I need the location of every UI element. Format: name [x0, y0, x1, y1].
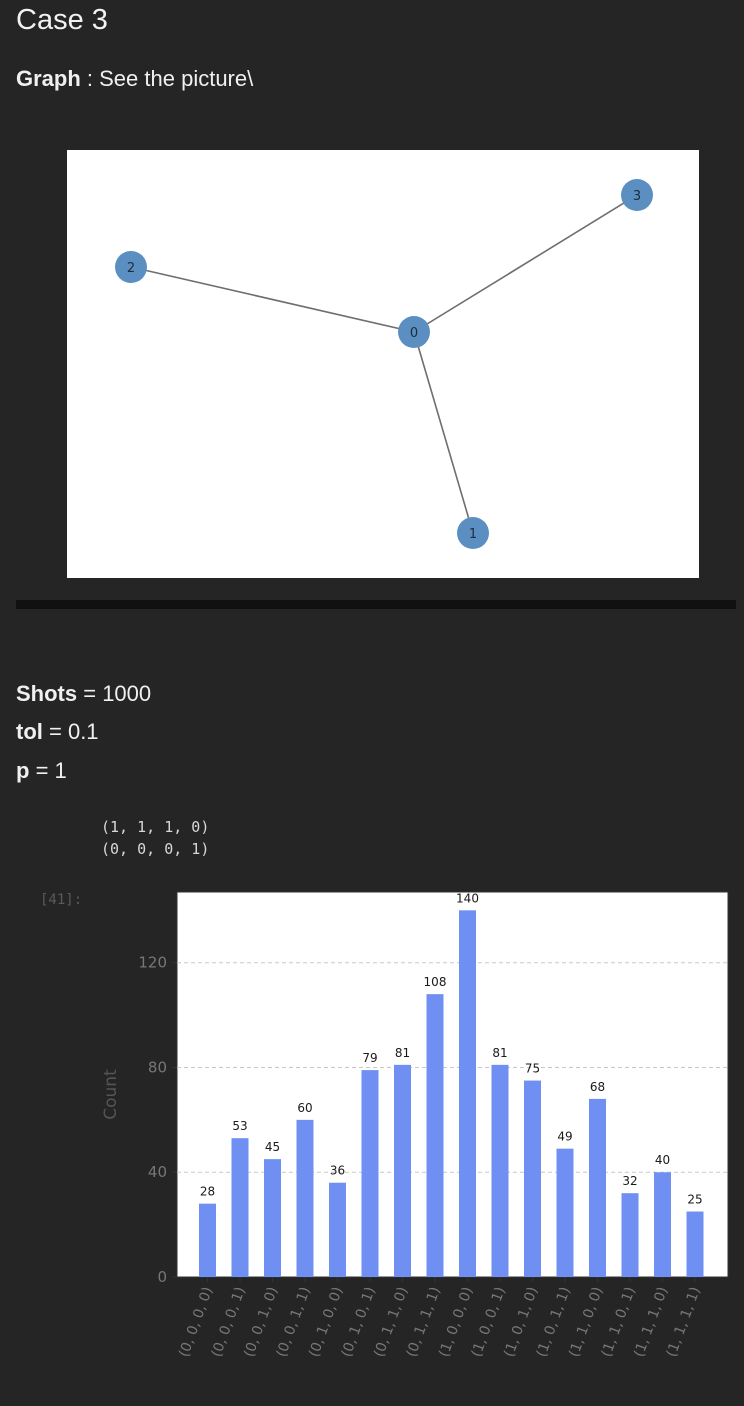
- graph-svg: 0 1 2 3: [115, 179, 653, 549]
- param-label: p: [16, 758, 30, 783]
- node-label: 1: [469, 527, 477, 542]
- bar-value-label: 53: [232, 1119, 247, 1133]
- bar: [459, 910, 476, 1277]
- bar: [296, 1119, 314, 1277]
- param-label: tol: [16, 719, 43, 744]
- param-tol: tol = 0.1: [16, 719, 99, 745]
- histogram-svg: 04080120Count28(0, 0, 0, 0)53(0, 0, 0, 1…: [101, 891, 729, 1359]
- edge-0-1: [413, 331, 474, 534]
- y-tick-label: 80: [148, 1058, 167, 1076]
- y-tick-label: 120: [138, 954, 167, 972]
- bar-value-label: 40: [655, 1153, 670, 1167]
- bar-value-label: 108: [424, 975, 447, 989]
- node-label: 2: [127, 261, 135, 276]
- bar-value-label: 81: [492, 1046, 507, 1060]
- bar-value-label: 36: [330, 1164, 345, 1178]
- edge-0-3: [413, 194, 638, 333]
- graph-picture: 0 1 2 3: [67, 150, 699, 578]
- bar: [686, 1211, 704, 1277]
- bar-value-label: 75: [525, 1062, 540, 1076]
- y-axis-label: Count: [101, 1069, 121, 1120]
- node-label: 3: [633, 189, 641, 204]
- bar: [589, 1098, 606, 1277]
- bar: [426, 994, 444, 1277]
- cell-heading: Case 3: [16, 4, 108, 36]
- bar-value-label: 79: [362, 1051, 377, 1065]
- param-value: = 0.1: [42, 719, 99, 744]
- edge-0-2: [130, 266, 415, 333]
- histogram-chart: 0 40 80 120 Count 28 (0, 0, 0, 0) 53 (0, 0, 0, 1…: [0, 880, 744, 1402]
- plot-area: [176, 891, 729, 1278]
- graph-label: Graph: [16, 66, 81, 91]
- cell-divider: [16, 600, 736, 609]
- bar: [199, 1203, 216, 1277]
- bar-value-label: 32: [622, 1174, 637, 1188]
- bar-value-label: 81: [395, 1046, 410, 1060]
- output-line: (1, 1, 1, 0): [101, 818, 210, 836]
- bar: [394, 1064, 411, 1277]
- node-label: 0: [410, 326, 418, 341]
- bar: [524, 1080, 541, 1277]
- bar-value-label: 60: [297, 1101, 312, 1115]
- bar-value-label: 28: [200, 1185, 215, 1199]
- graph-line: Graph : See the picture\: [16, 66, 253, 92]
- graph-node-1: 1: [457, 517, 489, 549]
- bar: [361, 1070, 379, 1277]
- bar: [264, 1159, 281, 1277]
- bar: [491, 1064, 509, 1277]
- param-value: = 1000: [77, 681, 152, 706]
- graph-node-3: 3: [621, 179, 653, 211]
- param-shots: Shots = 1000: [16, 681, 151, 707]
- x-tick-label: (1, 1, 1, 1): [664, 1285, 704, 1359]
- cell-output-text: (1, 1, 1, 0) (0, 0, 0, 1): [101, 816, 209, 860]
- param-label: Shots: [16, 681, 78, 706]
- graph-node-0: 0: [398, 316, 430, 348]
- graph-text: : See the picture\: [80, 66, 254, 91]
- y-tick-label: 40: [148, 1163, 167, 1181]
- graph-node-2: 2: [115, 251, 147, 283]
- bar-value-label: 140: [456, 891, 479, 905]
- bar-value-label: 25: [687, 1193, 702, 1207]
- param-p: p = 1: [16, 758, 67, 784]
- bar: [231, 1138, 249, 1277]
- bar-value-label: 49: [557, 1130, 572, 1144]
- y-tick-label: 0: [157, 1268, 167, 1286]
- bar: [654, 1172, 671, 1277]
- bar: [329, 1182, 346, 1277]
- bar-value-label: 45: [265, 1140, 280, 1154]
- bar: [621, 1193, 639, 1277]
- output-line: (0, 0, 0, 1): [101, 840, 210, 858]
- param-value: = 1: [29, 758, 67, 783]
- bar-value-label: 68: [590, 1080, 605, 1094]
- bar: [556, 1148, 574, 1277]
